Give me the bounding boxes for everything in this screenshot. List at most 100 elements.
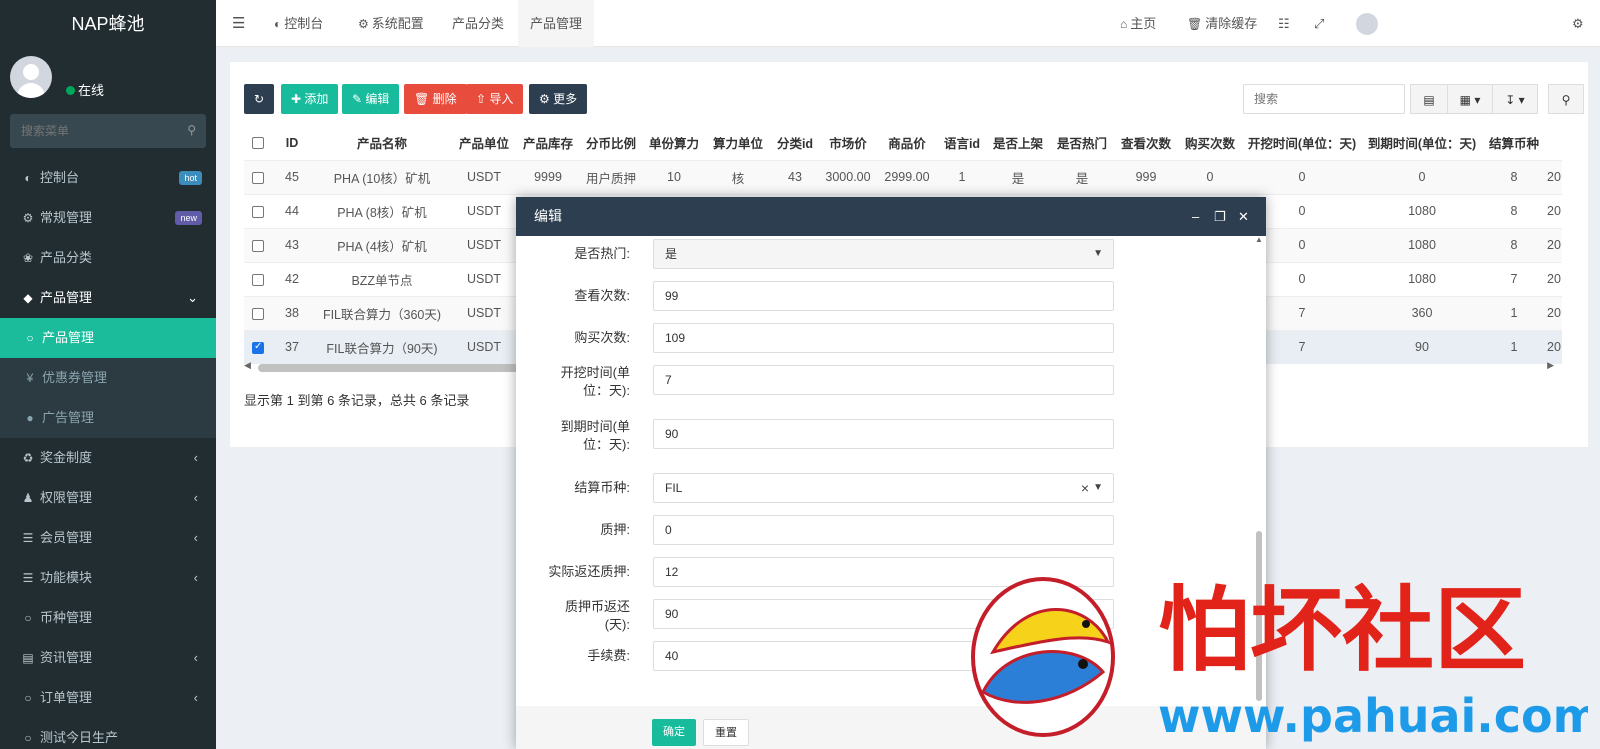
search-icon[interactable]: ⚲ [187,123,196,137]
toggle-view-icon[interactable]: ▤ [1410,84,1448,114]
row-select-cell[interactable] [244,261,272,296]
col-header[interactable]: 产品单位 [452,126,516,160]
translate-icon[interactable]: ☷ [1278,0,1290,47]
table-cell-overflow: 20 [1546,227,1562,262]
scroll-left-icon[interactable]: ◀ [244,360,251,371]
sidebar-item-currency[interactable]: ○ 币种管理 [0,598,216,638]
minimize-icon[interactable]: – [1192,197,1199,236]
sidebar-item-test[interactable]: ○ 测试今日生产 [0,718,216,749]
table-search-input[interactable] [1243,84,1405,114]
tab-product-category[interactable]: 产品分类 [452,0,504,47]
fullscreen-icon[interactable]: ⤢ [1314,0,1324,47]
sidebar-item-coupon[interactable]: ¥ 优惠券管理 [0,358,216,398]
row-checkbox[interactable] [252,307,264,320]
modal-header[interactable]: 编辑 – ❐ ✕ [516,197,1266,236]
sidebar-item-general[interactable]: ⚙ 常规管理 new [0,198,216,238]
row-select-cell[interactable] [244,295,272,330]
delete-button[interactable]: 🗑 删除 [404,84,467,114]
col-header[interactable]: 结算币种 [1482,126,1546,160]
col-header[interactable]: 产品名称 [312,126,452,160]
maximize-icon[interactable]: ❐ [1214,197,1226,236]
sidebar-item-bonus[interactable]: ♻ 奖金制度 ‹ [0,438,216,478]
table-cell: 42 [272,261,312,296]
sidebar-item-ads[interactable]: ● 广告管理 [0,398,216,438]
refresh-button[interactable]: ↻ [244,84,275,114]
row-checkbox[interactable] [252,341,264,354]
app-logo[interactable]: NAP蜂池 [0,0,216,48]
row-select-cell[interactable] [244,329,272,364]
table-header-row: ID 产品名称 产品单位 产品库存 分币比例 单份算力 算力单位 分类id 市场… [244,126,1562,160]
sidebar-item-product[interactable]: ○ 产品管理 [0,318,216,358]
table-cell: 1 [1482,295,1546,330]
sidebar-search-input[interactable] [10,114,206,148]
sidebar-item-category[interactable]: ❀ 产品分类 [0,238,216,278]
row-select-cell[interactable] [244,227,272,262]
tab-system-config[interactable]: ⚙ 系统配置 [358,0,424,47]
menu-toggle-icon[interactable]: ☰ [232,0,245,47]
table-row[interactable]: 45 PHA (10核）矿机 USDT 9999 用户质押 10 核 43 3000.00 299… [244,159,1562,194]
search-icon[interactable]: ⚲ [1548,84,1584,114]
tab-product-management[interactable]: 产品管理 [518,0,595,47]
clear-icon[interactable]: × [1081,474,1089,502]
home-link[interactable]: ⌂ 主页 [1120,0,1156,47]
add-button[interactable]: ✚ 添加 [281,84,339,114]
col-header[interactable]: 单份算力 [642,126,706,160]
row-select-cell[interactable] [244,159,272,194]
tab-dashboard[interactable]: ◐ 控制台 [274,0,323,47]
close-icon[interactable]: ✕ [1238,197,1249,236]
col-header[interactable]: 产品库存 [516,126,580,160]
sidebar-item-permission[interactable]: ♟ 权限管理 ‹ [0,478,216,518]
sidebar-item-product-group[interactable]: ◆ 产品管理 ⌄ [0,278,216,318]
select-all-checkbox[interactable] [252,137,264,150]
table-cell: 1 [1482,329,1546,364]
edit-button[interactable]: ✎ 编辑 [342,84,400,114]
row-checkbox[interactable] [252,239,264,252]
col-header[interactable]: 是否热门 [1050,126,1114,160]
col-header[interactable]: 开挖时间(单位：天) [1242,126,1362,160]
sidebar-item-module[interactable]: ☰ 功能模块 ‹ [0,558,216,598]
form-input[interactable]: 109 [653,323,1114,353]
confirm-button[interactable]: 确定 [652,719,696,746]
form-select[interactable]: 是 ▼ [653,239,1114,269]
col-header[interactable]: 商品价 [876,126,938,160]
export-icon[interactable]: ↧ ▾ [1492,84,1538,114]
reset-button[interactable]: 重置 [703,719,749,746]
more-button[interactable]: ⚙ 更多 [529,84,588,114]
row-select-cell[interactable] [244,193,272,228]
form-select[interactable]: FIL ▼ × [653,473,1114,503]
col-header[interactable]: 查看次数 [1114,126,1178,160]
settings-icon[interactable]: ⚙ [1572,0,1584,47]
scrollbar-thumb[interactable] [258,364,518,372]
col-header[interactable]: ID [272,126,312,160]
chevron-left-icon: ‹ [193,490,198,505]
scroll-up-icon[interactable]: ▲ [1255,235,1263,244]
row-checkbox[interactable] [252,273,264,286]
col-header[interactable]: 市场价 [820,126,876,160]
user-avatar[interactable] [1356,13,1378,35]
col-header[interactable]: 是否上架 [986,126,1050,160]
sidebar-item-news[interactable]: ▤ 资讯管理 ‹ [0,638,216,678]
form-input[interactable]: 0 [653,515,1114,545]
col-header[interactable]: 算力单位 [706,126,770,160]
col-header[interactable]: 语言id [938,126,986,160]
col-header[interactable]: 到期时间(单位：天) [1362,126,1482,160]
form-input[interactable]: 90 [653,419,1114,449]
select-all-cell[interactable] [244,126,272,160]
chevron-down-icon[interactable]: ▼ [1093,240,1103,268]
scroll-right-icon[interactable]: ▶ [1547,360,1554,371]
clear-cache-link[interactable]: 🗑 清除缓存 [1187,0,1257,47]
col-header[interactable]: 分币比例 [580,126,642,160]
sidebar-item-order[interactable]: ○ 订单管理 ‹ [0,678,216,718]
form-input[interactable]: 99 [653,281,1114,311]
chevron-down-icon[interactable]: ▼ [1093,474,1103,502]
sidebar-item-member[interactable]: ☰ 会员管理 ‹ [0,518,216,558]
row-checkbox[interactable] [252,171,264,184]
form-input[interactable]: 7 [653,365,1114,395]
form-label: 到期时间(单位：天): [560,419,630,452]
row-checkbox[interactable] [252,205,264,218]
columns-icon[interactable]: ▦ ▾ [1447,84,1493,114]
sidebar-item-dashboard[interactable]: ◐ 控制台 hot [0,158,216,198]
col-header[interactable]: 购买次数 [1178,126,1242,160]
import-button[interactable]: ⇧ 导入 [466,84,524,114]
col-header[interactable]: 分类id [770,126,820,160]
